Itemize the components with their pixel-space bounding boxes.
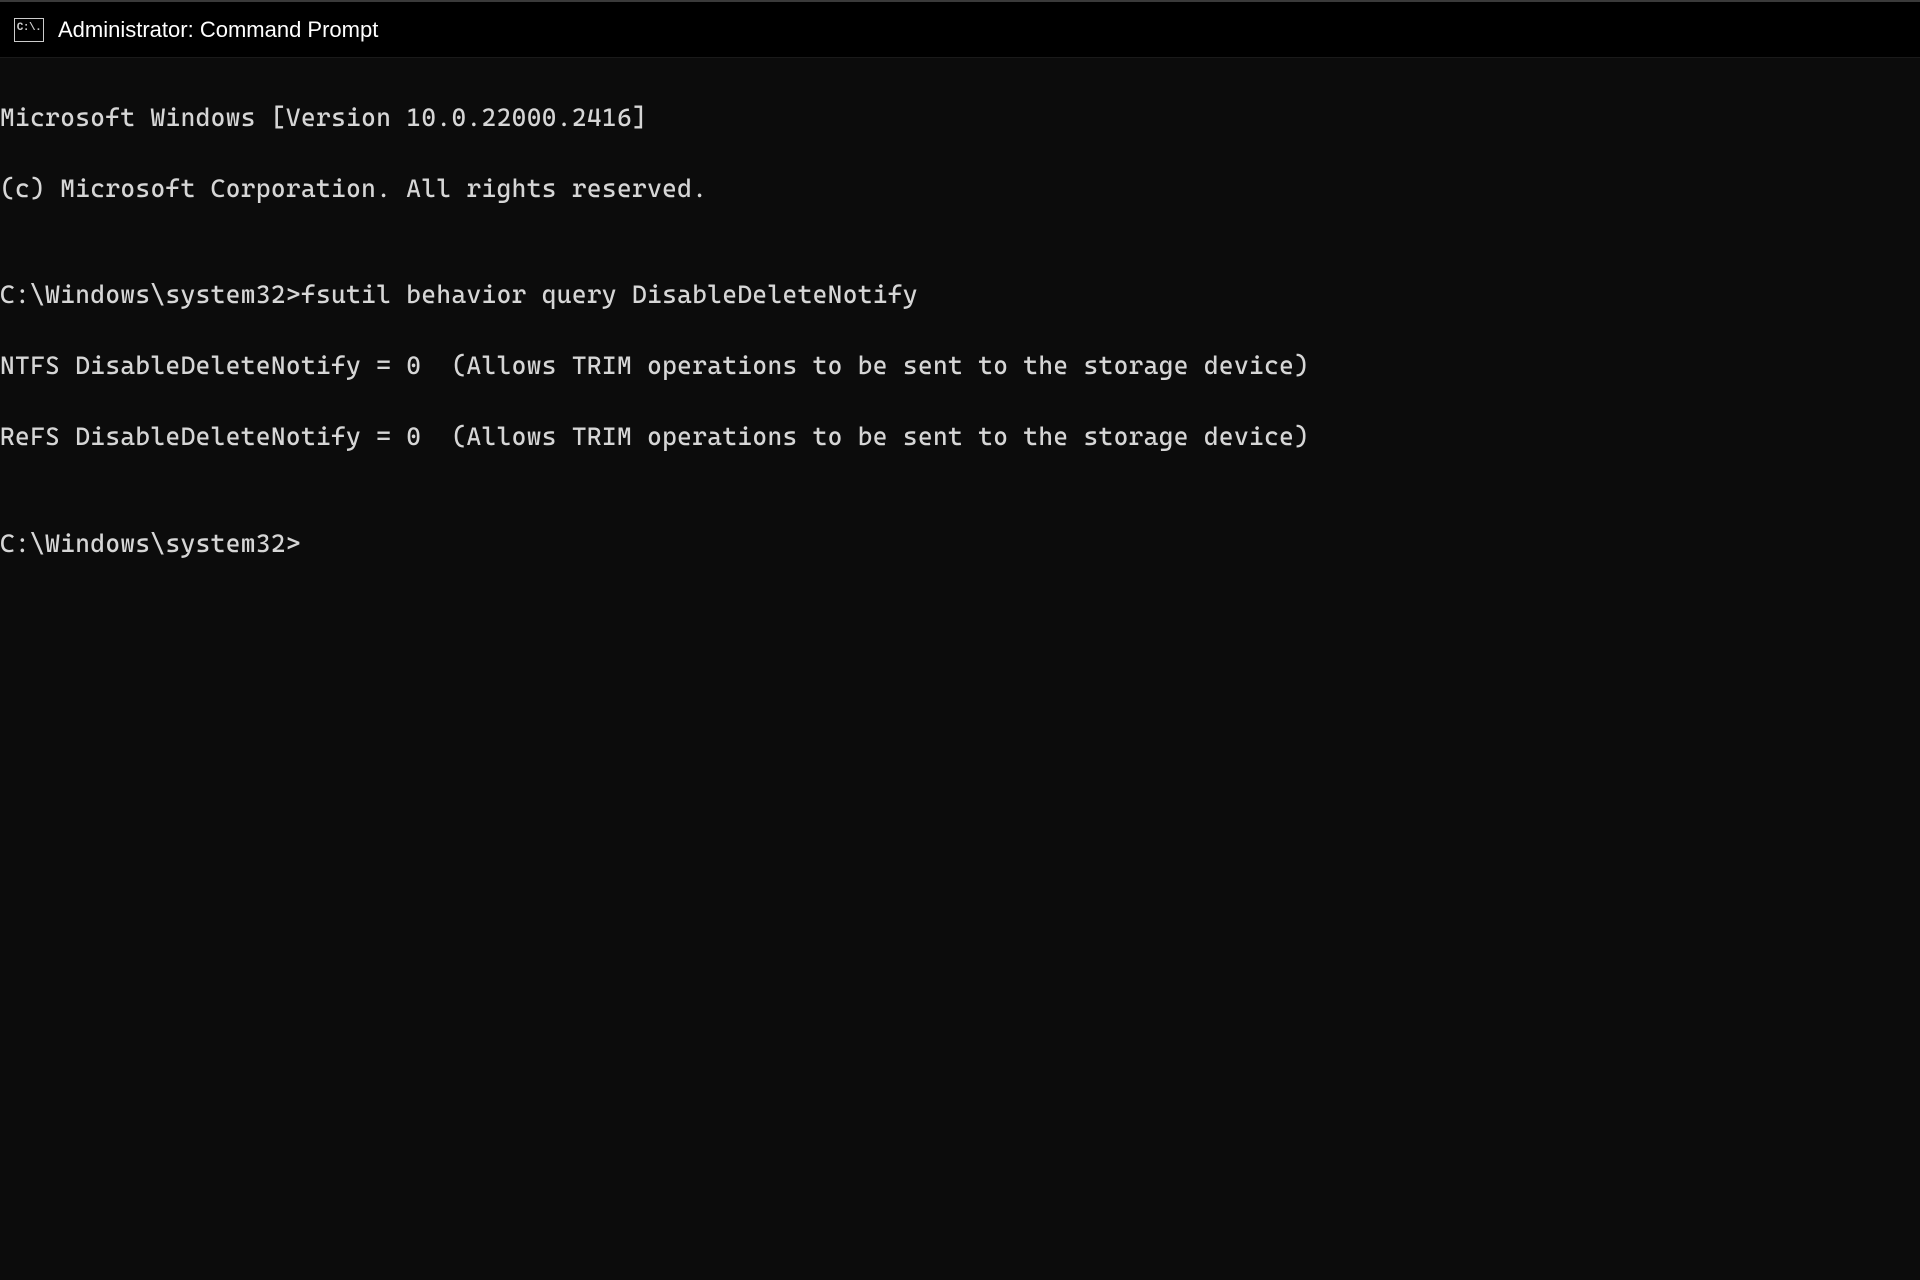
terminal-prompt-line: C:\Windows\system32> [0, 526, 1920, 562]
cmd-app-icon: C:\. [14, 18, 44, 42]
terminal-command: fsutil behavior query DisableDeleteNotif… [301, 280, 918, 309]
terminal-cursor[interactable] [301, 530, 315, 558]
terminal-line: Microsoft Windows [Version 10.0.22000.24… [0, 100, 1920, 136]
terminal-prompt-line: C:\Windows\system32>fsutil behavior quer… [0, 277, 1920, 313]
window-title: Administrator: Command Prompt [58, 17, 378, 43]
terminal-line: (c) Microsoft Corporation. All rights re… [0, 171, 1920, 207]
cmd-app-icon-label: C:\. [17, 23, 41, 34]
titlebar[interactable]: C:\. Administrator: Command Prompt [0, 2, 1920, 58]
command-prompt-window: C:\. Administrator: Command Prompt Micro… [0, 0, 1920, 1280]
terminal-prompt: C:\Windows\system32> [0, 529, 301, 558]
terminal-output-area[interactable]: Microsoft Windows [Version 10.0.22000.24… [0, 58, 1920, 1280]
terminal-prompt: C:\Windows\system32> [0, 280, 301, 309]
terminal-output-line: NTFS DisableDeleteNotify = 0 (Allows TRI… [0, 348, 1920, 384]
terminal-output-line: ReFS DisableDeleteNotify = 0 (Allows TRI… [0, 419, 1920, 455]
